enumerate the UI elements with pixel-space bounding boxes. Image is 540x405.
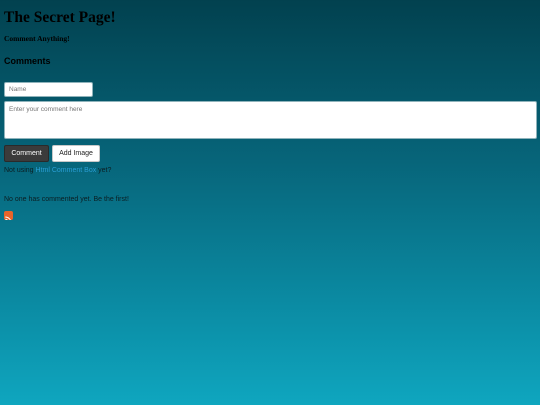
name-input[interactable] — [4, 82, 93, 97]
promo-text: Not using Html Comment Box yet? — [4, 167, 111, 174]
page-title: The Secret Page! — [4, 9, 116, 26]
promo-suffix: yet? — [96, 167, 112, 174]
promo-prefix: Not using — [4, 167, 36, 174]
comments-heading: Comments — [4, 56, 51, 66]
add-image-button[interactable]: Add Image — [52, 145, 100, 162]
page-subtitle: Comment Anything! — [4, 34, 70, 43]
html-comment-box-link[interactable]: Html Comment Box — [36, 167, 97, 174]
comment-button[interactable]: Comment — [4, 145, 49, 162]
rss-icon[interactable] — [4, 211, 13, 220]
no-comments-message: No one has commented yet. Be the first! — [4, 196, 129, 203]
comment-textarea[interactable] — [4, 101, 537, 139]
